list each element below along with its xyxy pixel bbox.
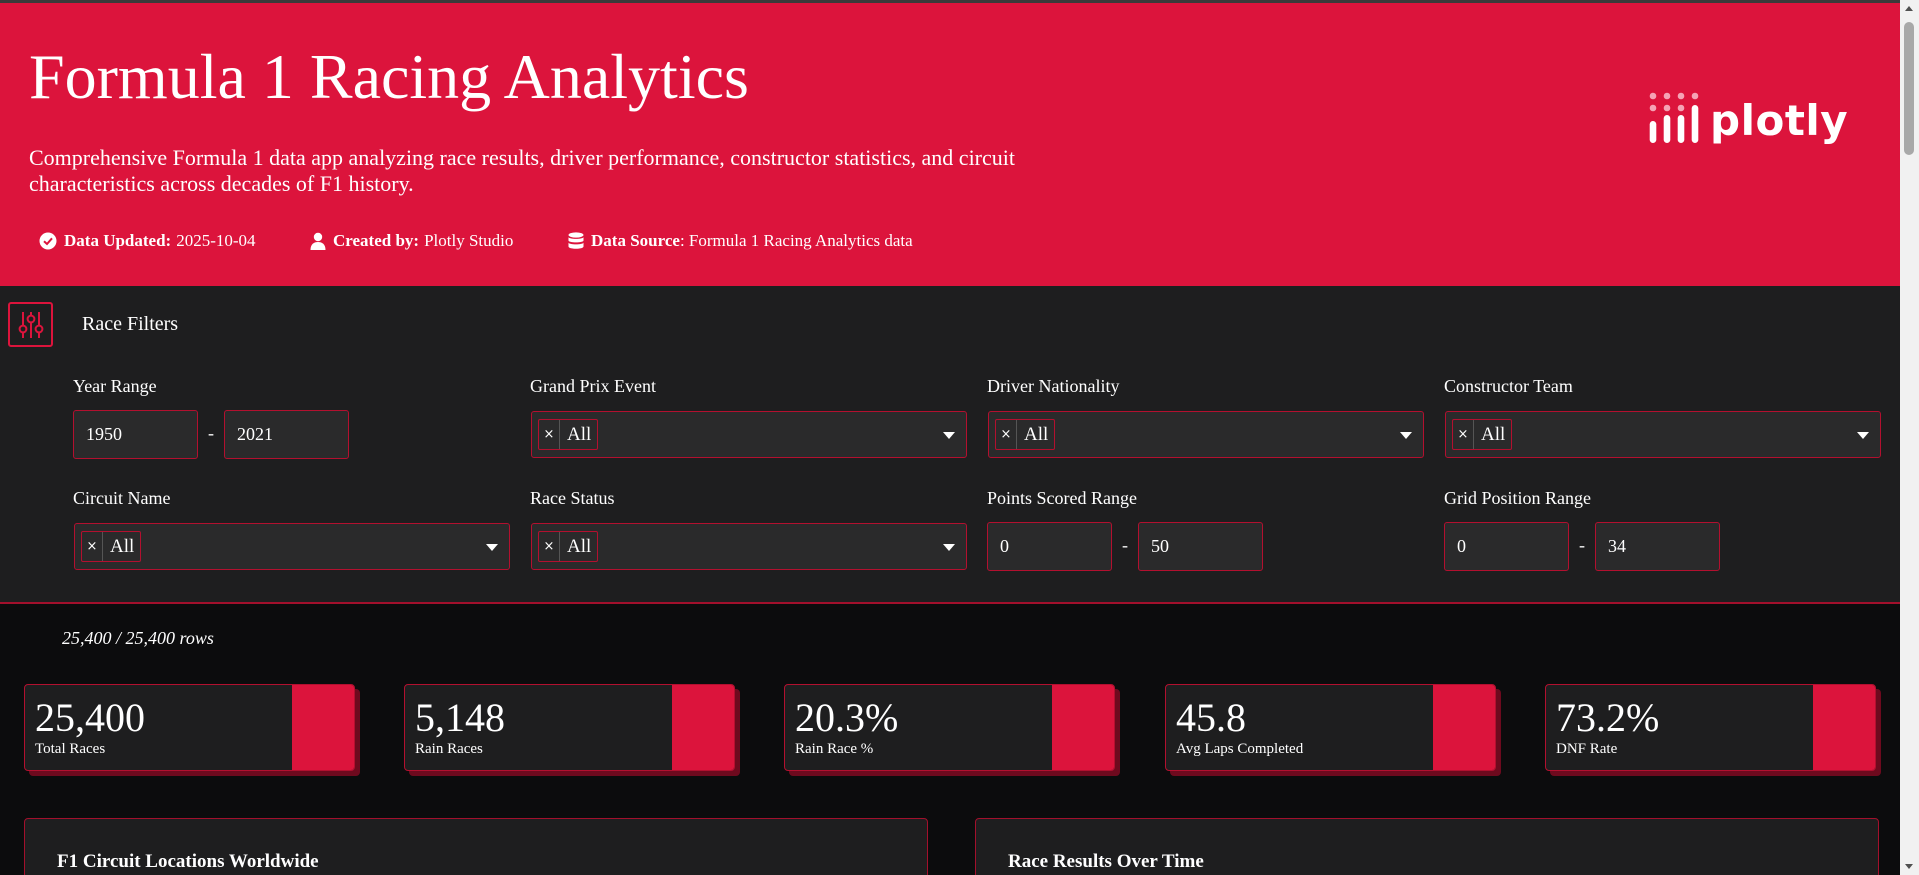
chevron-down-icon xyxy=(1400,432,1412,439)
kpi-accent-bar xyxy=(672,685,734,770)
driver-nationality-tag-remove-icon[interactable]: × xyxy=(996,420,1017,449)
points-range-min-input[interactable] xyxy=(987,522,1112,571)
kpi-value: 5,148 xyxy=(415,695,505,740)
race-status-tag-label: All xyxy=(567,535,592,557)
kpi-card-dnf-rate: 73.2% DNF Rate xyxy=(1545,684,1876,771)
meta-data-source: Data Source : Formula 1 Racing Analytics… xyxy=(568,231,913,251)
race-status-dropdown[interactable]: × All xyxy=(531,523,967,570)
meta-source-label: Data Source xyxy=(591,231,680,250)
kpi-card-total-races: 25,400 Total Races xyxy=(24,684,355,771)
year-range-separator: - xyxy=(208,423,214,443)
meta-source-value: : Formula 1 Racing Analytics data xyxy=(679,231,913,250)
plotly-logo-icon xyxy=(1649,92,1699,143)
page-description: Comprehensive Formula 1 data app analyzi… xyxy=(29,145,1015,196)
kpi-label: DNF Rate xyxy=(1556,741,1618,757)
database-icon xyxy=(568,232,584,249)
filters-title: Race Filters xyxy=(82,313,179,335)
chevron-down-icon xyxy=(1857,432,1869,439)
meta-created-label: Created by: xyxy=(333,231,420,250)
year-range-min-input[interactable] xyxy=(73,410,198,459)
user-icon xyxy=(310,232,326,250)
driver-nationality-tag: × All xyxy=(995,419,1056,450)
race-status-tag: × All xyxy=(538,531,599,562)
check-circle-icon xyxy=(39,232,57,250)
grid-range-min-input[interactable] xyxy=(1444,522,1569,571)
grand-prix-tag: × All xyxy=(538,419,599,450)
driver-nationality-label: Driver Nationality xyxy=(987,376,1120,396)
plotly-logo-text: plotly xyxy=(1710,96,1849,145)
race-status-tag-remove-icon[interactable]: × xyxy=(539,532,560,561)
kpi-label: Rain Races xyxy=(415,741,483,757)
circuit-name-tag: × All xyxy=(81,531,142,562)
page-header: Formula 1 Racing Analytics Comprehensive… xyxy=(0,3,1900,286)
grand-prix-dropdown[interactable]: × All xyxy=(531,411,967,458)
rows-count: 25,400 / 25,400 rows xyxy=(62,628,214,648)
grand-prix-tag-label: All xyxy=(567,423,592,445)
grid-range-max-input[interactable] xyxy=(1595,522,1720,571)
chevron-down-icon xyxy=(486,544,498,551)
grid-range-label: Grid Position Range xyxy=(1444,488,1591,508)
page-title: Formula 1 Racing Analytics xyxy=(29,41,749,112)
meta-created-value: Plotly Studio xyxy=(424,231,514,250)
chevron-down-icon xyxy=(943,432,955,439)
year-range-max-input[interactable] xyxy=(224,410,349,459)
meta-updated-label: Data Updated: xyxy=(64,231,172,250)
kpi-accent-bar xyxy=(292,685,354,770)
circuit-name-dropdown[interactable]: × All xyxy=(74,523,510,570)
grand-prix-tag-remove-icon[interactable]: × xyxy=(539,420,560,449)
sliders-icon xyxy=(18,311,43,338)
circuit-name-tag-remove-icon[interactable]: × xyxy=(82,532,103,561)
driver-nationality-dropdown[interactable]: × All xyxy=(988,411,1424,458)
race-status-label: Race Status xyxy=(530,488,615,508)
kpi-label: Avg Laps Completed xyxy=(1176,741,1304,757)
meta-created-by: Created by: Plotly Studio xyxy=(310,231,513,251)
kpi-label: Rain Race % xyxy=(795,741,874,757)
kpi-value: 45.8 xyxy=(1176,695,1246,740)
points-range-separator: - xyxy=(1122,535,1128,555)
circuit-name-label: Circuit Name xyxy=(73,488,171,508)
race-results-panel: Race Results Over Time xyxy=(975,818,1879,875)
chevron-down-icon xyxy=(943,544,955,551)
kpi-card-rain-race-pct: 20.3% Rain Race % xyxy=(784,684,1115,771)
points-range-label: Points Scored Range xyxy=(987,488,1137,508)
filters-panel: Race Filters Year Range - Grand Prix Eve… xyxy=(0,286,1900,604)
scroll-up-arrow-icon[interactable] xyxy=(1905,6,1913,11)
kpi-value: 20.3% xyxy=(795,695,899,740)
kpi-card-rain-races: 5,148 Rain Races xyxy=(404,684,735,771)
constructor-team-tag: × All xyxy=(1452,419,1513,450)
circuit-name-tag-label: All xyxy=(110,535,135,557)
race-results-title: Race Results Over Time xyxy=(1008,851,1204,872)
kpi-accent-bar xyxy=(1052,685,1114,770)
page-scrollbar[interactable] xyxy=(1900,0,1919,875)
constructor-team-dropdown[interactable]: × All xyxy=(1445,411,1881,458)
kpi-value: 25,400 xyxy=(35,695,145,740)
constructor-team-tag-label: All xyxy=(1481,423,1506,445)
filters-toggle-button[interactable] xyxy=(8,302,53,347)
circuit-map-title: F1 Circuit Locations Worldwide xyxy=(57,851,319,872)
kpi-card-avg-laps: 45.8 Avg Laps Completed xyxy=(1165,684,1496,771)
points-range-max-input[interactable] xyxy=(1138,522,1263,571)
grid-range-separator: - xyxy=(1579,535,1585,555)
kpi-label: Total Races xyxy=(35,741,106,757)
kpi-value: 73.2% xyxy=(1556,695,1660,740)
scrollbar-thumb[interactable] xyxy=(1904,22,1914,155)
plotly-logo: plotly xyxy=(1648,91,1848,143)
meta-updated-value: 2025-10-04 xyxy=(176,231,256,250)
scroll-down-arrow-icon[interactable] xyxy=(1905,864,1913,869)
circuit-map-panel: F1 Circuit Locations Worldwide xyxy=(24,818,928,875)
grand-prix-label: Grand Prix Event xyxy=(530,376,656,396)
meta-data-updated: Data Updated: 2025-10-04 xyxy=(39,231,256,251)
year-range-label: Year Range xyxy=(73,376,157,396)
driver-nationality-tag-label: All xyxy=(1024,423,1049,445)
kpi-accent-bar xyxy=(1433,685,1495,770)
constructor-team-label: Constructor Team xyxy=(1444,376,1573,396)
constructor-team-tag-remove-icon[interactable]: × xyxy=(1453,420,1474,449)
kpi-accent-bar xyxy=(1813,685,1875,770)
